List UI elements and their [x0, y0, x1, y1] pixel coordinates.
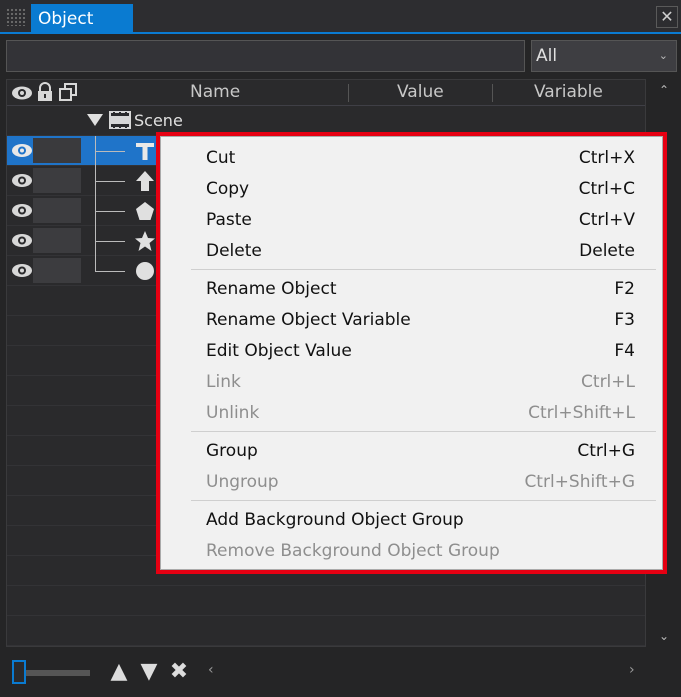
column-header-name[interactable]: Name: [190, 82, 240, 102]
circle-icon: [136, 262, 154, 280]
scroll-right-icon[interactable]: ›: [629, 662, 635, 678]
visibility-eye-icon[interactable]: [11, 263, 33, 278]
menu-item-delete[interactable]: Delete Delete: [161, 236, 662, 267]
filter-selected-value: All: [536, 46, 558, 66]
tree-connector-line: [95, 211, 125, 212]
menu-item-group[interactable]: Group Ctrl+G: [161, 436, 662, 467]
move-up-button[interactable]: ▲: [106, 658, 132, 686]
menu-item-remove-background-object-group: Remove Background Object Group: [206, 541, 500, 561]
scroll-up-icon[interactable]: ⌃: [659, 83, 669, 97]
pentagon-icon: [136, 202, 154, 220]
scroll-down-icon[interactable]: ⌄: [659, 629, 669, 643]
tree-connector-line: [95, 271, 125, 272]
filter-dropdown[interactable]: All ⌄: [531, 40, 677, 72]
empty-row: [7, 616, 645, 646]
menu-item-add-background-object-group[interactable]: Add Background Object Group: [161, 505, 662, 536]
chevron-down-icon: ⌄: [658, 49, 668, 62]
delete-button[interactable]: ✖: [166, 658, 192, 686]
panel-tab-bar: Object Tree ✕: [0, 0, 681, 59]
search-input[interactable]: [6, 40, 525, 72]
scroll-left-icon[interactable]: ‹: [208, 662, 214, 678]
menu-item-link: Link Ctrl+L: [206, 372, 635, 392]
visibility-eye-icon[interactable]: [11, 173, 33, 188]
menu-separator: [191, 269, 656, 270]
column-header-value[interactable]: Value: [397, 82, 444, 102]
bottom-toolbar: ▲ ▼ ✖ ‹ ›: [0, 652, 681, 697]
tree-connector-line: [95, 181, 125, 182]
menu-item-copy[interactable]: Copy Ctrl+C: [161, 174, 662, 205]
lock-toggle[interactable]: [33, 138, 81, 163]
visibility-column-icon[interactable]: [11, 85, 33, 101]
text-icon: [136, 143, 154, 160]
menu-item-ungroup: Ungroup Ctrl+Shift+G: [206, 472, 635, 492]
lock-toggle[interactable]: [33, 198, 81, 223]
lock-toggle[interactable]: [33, 228, 81, 253]
star-icon: [135, 231, 155, 251]
visibility-eye-icon[interactable]: [11, 203, 33, 218]
menu-item-rename-object-variable[interactable]: Rename Object Variable F3: [161, 305, 662, 336]
expand-triangle-icon[interactable]: [87, 114, 103, 126]
zoom-slider-thumb[interactable]: [12, 660, 26, 684]
visibility-eye-icon[interactable]: [11, 143, 33, 158]
lock-toggle[interactable]: [33, 168, 81, 193]
layer-column-icon[interactable]: [58, 82, 78, 102]
column-divider[interactable]: [348, 84, 349, 102]
tree-connector-line: [95, 241, 125, 242]
close-panel-button[interactable]: ✕: [656, 6, 678, 28]
visibility-eye-icon[interactable]: [11, 233, 33, 248]
menu-separator: [191, 431, 656, 432]
column-divider[interactable]: [492, 84, 493, 102]
lock-column-icon[interactable]: [36, 82, 54, 102]
tree-header: Name Value Variable: [7, 80, 645, 106]
tree-connector-line: [95, 151, 125, 152]
arrow-up-icon: [136, 171, 154, 191]
lock-toggle[interactable]: [33, 258, 81, 283]
drag-grip-icon[interactable]: [6, 8, 26, 26]
move-down-button[interactable]: ▼: [136, 658, 162, 686]
context-menu: Cut Ctrl+X Copy Ctrl+C Paste Ctrl+V Delete D…: [160, 136, 663, 570]
tree-connector-line: [95, 136, 96, 271]
menu-item-rename-object[interactable]: Rename Object F2: [161, 274, 662, 305]
menu-item-paste[interactable]: Paste Ctrl+V: [161, 205, 662, 236]
menu-item-edit-object-value[interactable]: Edit Object Value F4: [161, 336, 662, 367]
scene-film-icon: [109, 111, 131, 129]
menu-item-cut[interactable]: Cut Ctrl+X: [161, 143, 662, 174]
empty-row: [7, 586, 645, 616]
column-header-variable[interactable]: Variable: [534, 82, 603, 102]
menu-item-unlink: Unlink Ctrl+Shift+L: [206, 403, 635, 423]
tab-object-tree[interactable]: Object Tree: [31, 4, 133, 59]
scene-label: Scene: [134, 111, 183, 130]
menu-separator: [191, 500, 656, 501]
